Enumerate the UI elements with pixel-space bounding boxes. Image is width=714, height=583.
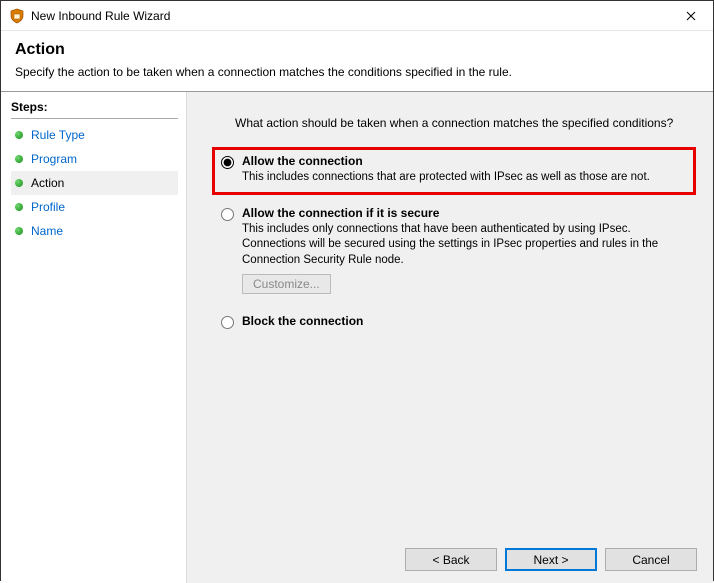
steps-heading: Steps: <box>11 98 178 119</box>
step-program[interactable]: Program <box>11 147 178 171</box>
customize-button: Customize... <box>242 274 331 294</box>
option-2: Block the connection <box>215 310 693 336</box>
step-profile[interactable]: Profile <box>11 195 178 219</box>
close-button[interactable] <box>668 1 713 31</box>
window-title: New Inbound Rule Wizard <box>31 9 170 23</box>
option-title: Block the connection <box>242 314 687 328</box>
back-button[interactable]: < Back <box>405 548 497 571</box>
step-bullet-icon <box>15 203 23 211</box>
option-body: Allow the connection if it is secure This… <box>242 206 687 295</box>
step-action[interactable]: Action <box>11 171 178 195</box>
step-label: Action <box>31 176 64 190</box>
step-name[interactable]: Name <box>11 219 178 243</box>
option-1: Allow the connection if it is secure This… <box>215 202 693 301</box>
wizard-header: Action Specify the action to be taken wh… <box>1 31 713 85</box>
question-text: What action should be taken when a conne… <box>235 116 693 130</box>
titlebar: New Inbound Rule Wizard <box>1 1 713 31</box>
step-rule-type[interactable]: Rule Type <box>11 123 178 147</box>
page-subtitle: Specify the action to be taken when a co… <box>15 65 699 79</box>
option-title: Allow the connection <box>242 154 687 168</box>
option-radio-0[interactable] <box>221 156 234 169</box>
step-label: Program <box>31 152 77 166</box>
step-bullet-icon <box>15 155 23 163</box>
option-body: Allow the connection This includes connec… <box>242 154 687 186</box>
step-bullet-icon <box>15 179 23 187</box>
option-0: Allow the connection This includes connec… <box>215 150 693 192</box>
steps-sidebar: Steps: Rule Type Program Action Profile Name <box>1 92 187 583</box>
cancel-button[interactable]: Cancel <box>605 548 697 571</box>
page-title: Action <box>15 41 699 59</box>
step-bullet-icon <box>15 227 23 235</box>
next-button[interactable]: Next > <box>505 548 597 571</box>
step-label: Name <box>31 224 63 238</box>
option-desc: This includes only connections that have… <box>242 222 687 269</box>
option-body: Block the connection <box>242 314 687 330</box>
option-radio-2[interactable] <box>221 316 234 329</box>
step-bullet-icon <box>15 131 23 139</box>
app-icon <box>9 8 25 24</box>
wizard-footer: < Back Next > Cancel <box>405 548 697 571</box>
option-radio-1[interactable] <box>221 208 234 221</box>
main-panel: What action should be taken when a conne… <box>187 92 713 583</box>
step-label: Profile <box>31 200 65 214</box>
option-title: Allow the connection if it is secure <box>242 206 687 220</box>
step-label: Rule Type <box>31 128 85 142</box>
option-desc: This includes connections that are prote… <box>242 170 687 186</box>
